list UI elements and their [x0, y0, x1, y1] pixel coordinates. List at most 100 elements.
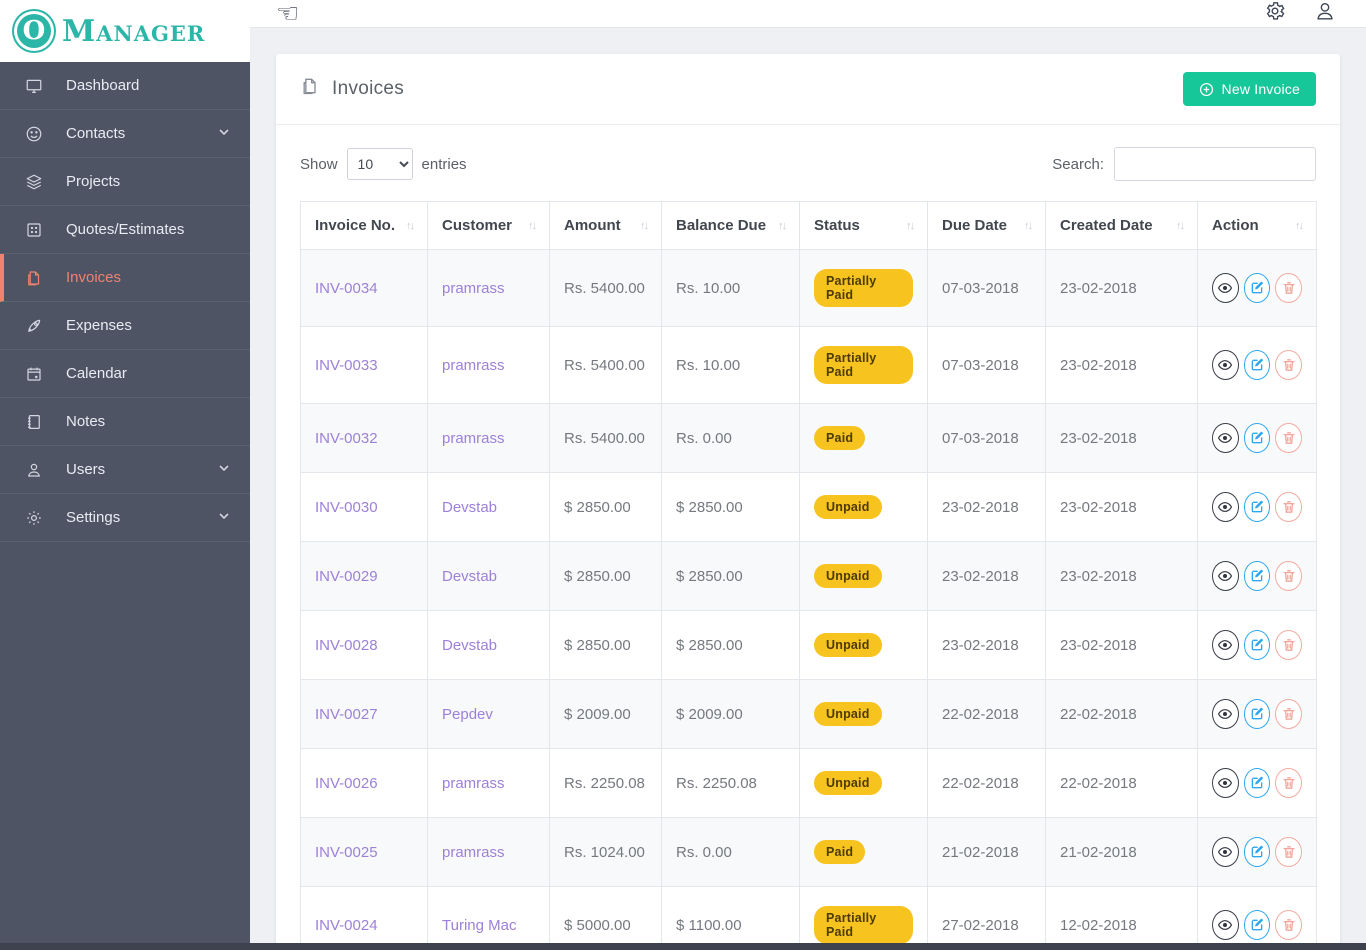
customer-link[interactable]: pramrass — [427, 326, 550, 404]
sidebar-item-invoices[interactable]: Invoices — [0, 254, 250, 302]
view-button[interactable] — [1212, 273, 1239, 303]
edit-button[interactable] — [1243, 561, 1271, 591]
rocket-icon — [24, 316, 44, 336]
sidebar-item-contacts[interactable]: Contacts — [0, 110, 250, 158]
col-header-balance-due[interactable]: Balance Due ↑↓ — [661, 201, 800, 250]
edit-button[interactable] — [1243, 630, 1271, 660]
edit-icon — [1251, 707, 1263, 720]
view-button[interactable] — [1212, 837, 1239, 867]
sidebar-item-quotes-estimates[interactable]: Quotes/Estimates — [0, 206, 250, 254]
customer-link[interactable]: pramrass — [427, 403, 550, 473]
view-button[interactable] — [1212, 561, 1239, 591]
sidebar-item-calendar[interactable]: Calendar — [0, 350, 250, 398]
view-button[interactable] — [1212, 699, 1239, 729]
topbar: ☜ — [250, 0, 1366, 28]
customer-link[interactable]: pramrass — [427, 748, 550, 818]
gear-icon[interactable] — [1264, 0, 1286, 27]
view-button[interactable] — [1212, 910, 1239, 940]
sort-icon[interactable]: ↑↓ — [906, 220, 915, 232]
calendar-icon — [24, 364, 44, 384]
plus-circle-icon — [1199, 82, 1213, 96]
customer-link[interactable]: pramrass — [427, 249, 550, 327]
invoice-number-link[interactable]: INV-0034 — [300, 249, 428, 327]
delete-button[interactable] — [1275, 768, 1303, 798]
invoice-number-link[interactable]: INV-0025 — [300, 817, 428, 887]
delete-button[interactable] — [1275, 561, 1303, 591]
edit-button[interactable] — [1243, 492, 1271, 522]
invoice-number-link[interactable]: INV-0030 — [300, 472, 428, 542]
delete-button[interactable] — [1275, 630, 1303, 660]
col-header-due-date[interactable]: Due Date ↑↓ — [927, 201, 1046, 250]
sort-icon[interactable]: ↑↓ — [640, 220, 649, 232]
sidebar-item-expenses[interactable]: Expenses — [0, 302, 250, 350]
delete-button[interactable] — [1275, 910, 1303, 940]
view-button[interactable] — [1212, 423, 1239, 453]
customer-link[interactable]: pramrass — [427, 817, 550, 887]
invoice-number-link[interactable]: INV-0026 — [300, 748, 428, 818]
col-header-invoice-no[interactable]: Invoice No. ↑↓ — [300, 201, 428, 250]
edit-button[interactable] — [1243, 768, 1271, 798]
eye-icon — [1218, 360, 1233, 370]
eye-icon — [1218, 847, 1233, 857]
edit-button[interactable] — [1243, 350, 1271, 380]
sidebar-item-projects[interactable]: Projects — [0, 158, 250, 206]
edit-button[interactable] — [1243, 699, 1271, 729]
col-header-customer[interactable]: Customer ↑↓ — [427, 201, 550, 250]
eye-icon — [1218, 571, 1233, 581]
page-size-select[interactable]: 10 — [346, 148, 413, 180]
invoice-number-link[interactable]: INV-0029 — [300, 541, 428, 611]
edit-button[interactable] — [1243, 423, 1271, 453]
sort-icon[interactable]: ↑↓ — [1176, 220, 1185, 232]
invoice-number-link[interactable]: INV-0024 — [300, 886, 428, 950]
due-date-cell: 07-03-2018 — [927, 249, 1046, 327]
edit-icon — [1251, 500, 1263, 513]
view-button[interactable] — [1212, 350, 1239, 380]
eye-icon — [1218, 433, 1233, 443]
view-button[interactable] — [1212, 492, 1239, 522]
status-badge: Unpaid — [814, 771, 882, 795]
sort-icon[interactable]: ↑↓ — [528, 220, 537, 232]
col-header-status[interactable]: Status ↑↓ — [799, 201, 928, 250]
delete-button[interactable] — [1275, 699, 1303, 729]
view-button[interactable] — [1212, 630, 1239, 660]
edit-button[interactable] — [1243, 910, 1271, 940]
delete-button[interactable] — [1275, 350, 1303, 380]
trash-icon — [1283, 282, 1295, 294]
col-header-action[interactable]: Action ↑↓ — [1197, 201, 1317, 250]
app-logo[interactable]: O Manager — [0, 0, 250, 62]
content-area: Invoices New Invoice Show 10 entries Sea… — [250, 28, 1366, 950]
edit-button[interactable] — [1243, 837, 1271, 867]
customer-link[interactable]: Pepdev — [427, 679, 550, 749]
customer-link[interactable]: Turing Mac — [427, 886, 550, 950]
delete-button[interactable] — [1275, 423, 1303, 453]
sort-icon[interactable]: ↑↓ — [1024, 220, 1033, 232]
search-input[interactable] — [1114, 147, 1316, 181]
invoice-number-link[interactable]: INV-0033 — [300, 326, 428, 404]
hand-pointer-icon[interactable]: ☜ — [276, 1, 299, 27]
invoice-number-link[interactable]: INV-0027 — [300, 679, 428, 749]
customer-link[interactable]: Devstab — [427, 472, 550, 542]
delete-button[interactable] — [1275, 837, 1303, 867]
sidebar-item-users[interactable]: Users — [0, 446, 250, 494]
col-header-created-date[interactable]: Created Date ↑↓ — [1045, 201, 1198, 250]
invoice-number-link[interactable]: INV-0028 — [300, 610, 428, 680]
edit-button[interactable] — [1243, 273, 1271, 303]
delete-button[interactable] — [1275, 492, 1303, 522]
sidebar-item-settings[interactable]: Settings — [0, 494, 250, 542]
sidebar-item-dashboard[interactable]: Dashboard — [0, 62, 250, 110]
action-cell — [1197, 403, 1317, 473]
customer-link[interactable]: Devstab — [427, 610, 550, 680]
balance-due-cell: Rs. 0.00 — [661, 817, 800, 887]
sidebar-item-notes[interactable]: Notes — [0, 398, 250, 446]
view-button[interactable] — [1212, 768, 1239, 798]
chevron-down-icon — [218, 461, 230, 478]
user-icon[interactable] — [1314, 0, 1336, 27]
col-header-amount[interactable]: Amount ↑↓ — [549, 201, 662, 250]
new-invoice-button[interactable]: New Invoice — [1182, 72, 1316, 106]
invoice-number-link[interactable]: INV-0032 — [300, 403, 428, 473]
sort-icon[interactable]: ↑↓ — [1295, 220, 1304, 232]
sort-icon[interactable]: ↑↓ — [778, 220, 787, 232]
delete-button[interactable] — [1275, 273, 1303, 303]
customer-link[interactable]: Devstab — [427, 541, 550, 611]
sort-icon[interactable]: ↑↓ — [406, 220, 415, 232]
